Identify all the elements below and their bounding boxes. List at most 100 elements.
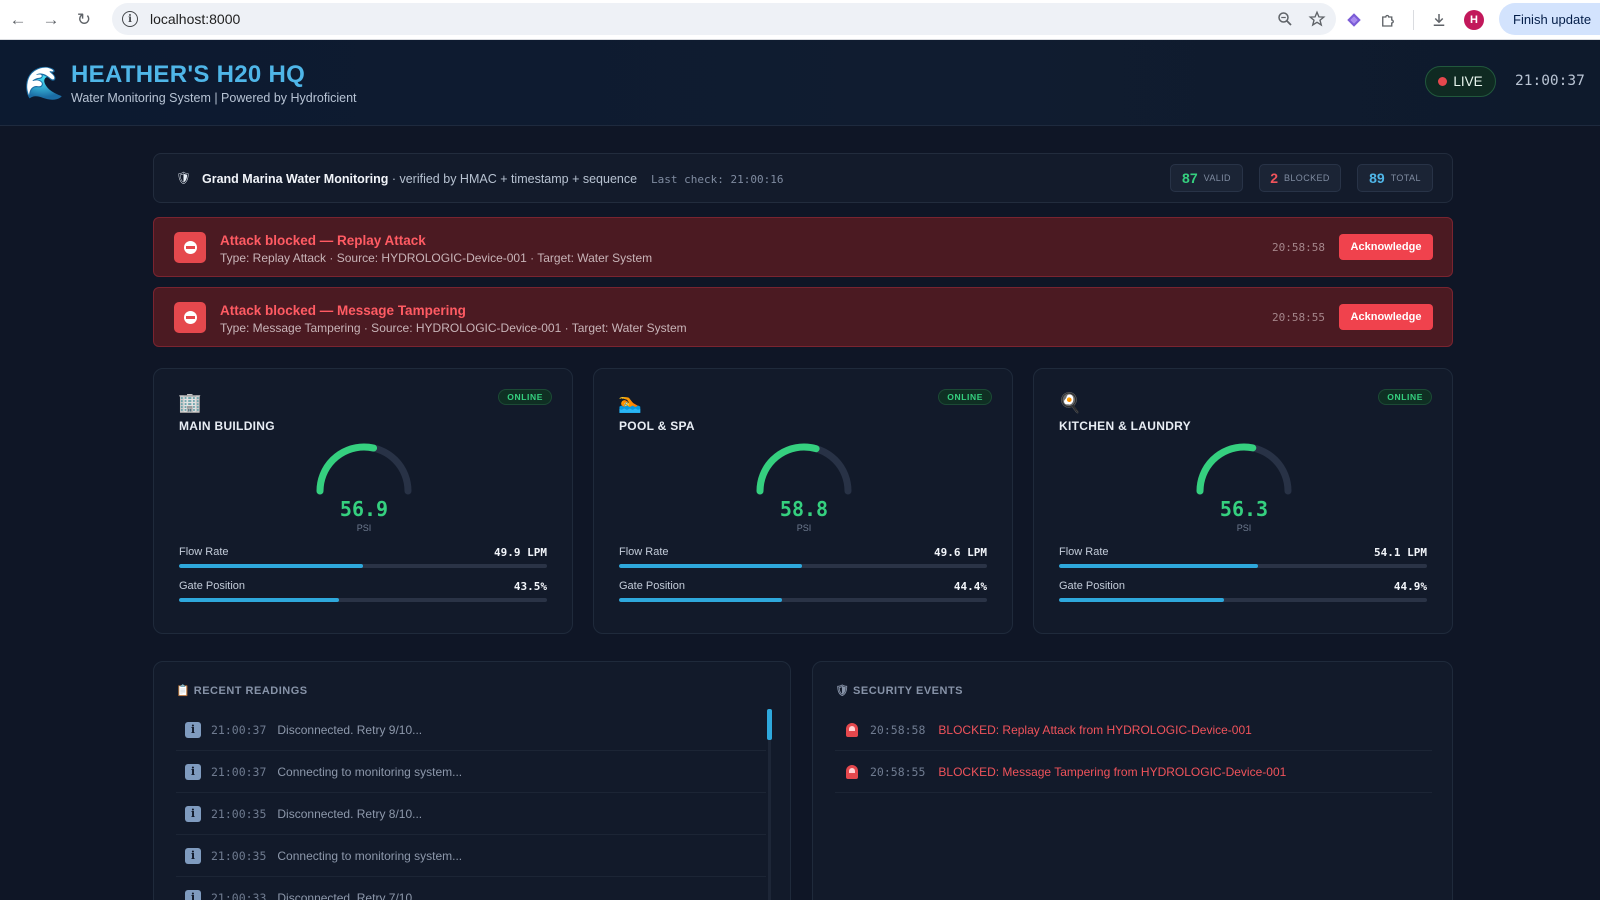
alert-time: 20:58:55 <box>1272 311 1325 324</box>
zoom-icon[interactable] <box>1276 10 1294 28</box>
extensions-puzzle-icon[interactable] <box>1379 11 1397 29</box>
zone-name: POOL & SPA <box>619 419 695 433</box>
back-icon[interactable]: ← <box>3 5 33 35</box>
building-icon: 🏢 <box>178 393 202 414</box>
forward-icon[interactable]: → <box>36 5 66 35</box>
verification-method: · verified by HMAC + timestamp + sequenc… <box>388 172 638 186</box>
reading-time: 21:00:35 <box>211 848 267 863</box>
status-badge: ONLINE <box>1378 389 1432 405</box>
valid-count-badge: 87 VALID <box>1170 164 1243 192</box>
valid-count: 87 <box>1182 170 1198 186</box>
profile-avatar[interactable]: H <box>1464 10 1484 30</box>
flow-rate-bar-fill <box>1059 564 1259 568</box>
reading-time: 21:00:37 <box>211 764 267 779</box>
flow-rate-label: Flow Rate <box>619 546 669 558</box>
clipboard-icon: 📋 <box>176 685 191 697</box>
pressure-value: 56.9 <box>339 497 389 521</box>
gate-position-value: 44.9% <box>1393 580 1427 593</box>
info-icon: i <box>185 847 201 864</box>
download-icon[interactable] <box>1430 11 1448 29</box>
alert-detail: Type: Replay Attack · Source: HYDROLOGIC… <box>220 251 653 265</box>
pressure-unit: PSI <box>796 523 812 533</box>
address-url[interactable]: localhost:8000 <box>150 11 240 27</box>
bookmark-star-icon[interactable] <box>1308 10 1326 28</box>
flow-rate-value: 54.1 LPM <box>1374 546 1427 559</box>
alert-detail: Type: Message Tampering · Source: HYDROL… <box>220 321 687 335</box>
alert-title: Attack blocked — Message Tampering <box>220 303 466 318</box>
gate-position-bar-fill <box>1059 598 1225 602</box>
gauge-fill <box>756 443 852 495</box>
header-clock: 21:00:37 <box>1515 73 1585 89</box>
blocked-count: 2 <box>1270 170 1278 186</box>
reading-time: 21:00:35 <box>211 806 267 821</box>
gate-position-value: 44.4% <box>953 580 987 593</box>
valid-label: VALID <box>1203 173 1231 183</box>
event-message: BLOCKED: Message Tampering from HYDROLOG… <box>938 764 1287 779</box>
gate-position-label: Gate Position <box>619 580 686 592</box>
gauge-track <box>1196 443 1292 495</box>
gate-position-bar <box>1059 598 1427 602</box>
readings-scrollbar-thumb[interactable] <box>767 709 772 740</box>
site-info-icon[interactable]: i <box>122 11 138 27</box>
zone-card-kitchen-laundry: 🍳 KITCHEN & LAUNDRY ONLINE 56.3 PSI Flow… <box>1033 368 1453 634</box>
reading-message: Connecting to monitoring system... <box>277 764 463 779</box>
reading-message: Disconnected. Retry 7/10... <box>277 890 423 900</box>
finish-update-button[interactable]: Finish update <box>1499 3 1600 35</box>
last-check: Last check: 21:00:16 <box>651 173 784 186</box>
acknowledge-button[interactable]: Acknowledge <box>1339 304 1433 330</box>
siren-icon <box>846 722 858 737</box>
pressure-value: 56.3 <box>1219 497 1269 521</box>
no-entry-icon <box>174 302 206 333</box>
shield-icon: 🛡 <box>835 685 850 697</box>
reload-icon[interactable]: ↻ <box>69 5 99 35</box>
pool-icon: 🏊 <box>618 393 642 414</box>
pressure-unit: PSI <box>1236 523 1252 533</box>
toolbar-divider <box>1413 10 1414 30</box>
blocked-label: BLOCKED <box>1283 173 1330 183</box>
security-events-panel: 🛡 SECURITY EVENTS 20:58:58 BLOCKED: Repl… <box>812 661 1453 900</box>
alert-time: 20:58:58 <box>1272 241 1325 254</box>
pressure-gauge <box>1196 443 1292 495</box>
app-title: HEATHER'S H20 HQ <box>71 61 306 88</box>
alert-message-tampering: Attack blocked — Message Tampering Type:… <box>153 287 1453 347</box>
gauge-track <box>316 443 412 495</box>
list-item: i 21:00:37 Connecting to monitoring syst… <box>176 751 766 793</box>
gate-position-bar-fill <box>179 598 340 602</box>
siren-icon <box>846 764 858 779</box>
event-message: BLOCKED: Replay Attack from HYDROLOGIC-D… <box>938 722 1252 737</box>
total-count-badge: 89 TOTAL <box>1357 164 1433 192</box>
frying-pan-icon: 🍳 <box>1058 393 1082 414</box>
list-item: i 21:00:37 Disconnected. Retry 9/10... <box>176 709 766 751</box>
info-icon: i <box>185 763 201 780</box>
gate-position-bar <box>619 598 987 602</box>
flow-rate-bar-fill <box>179 564 363 568</box>
readings-title-text: RECENT READINGS <box>193 685 308 697</box>
recent-readings-title: 📋 RECENT READINGS <box>176 684 308 697</box>
app-header: 🌊 HEATHER'S H20 HQ Water Monitoring Syst… <box>0 40 1600 126</box>
flow-rate-value: 49.6 LPM <box>934 546 987 559</box>
event-time: 20:58:58 <box>870 722 926 737</box>
reading-time: 21:00:33 <box>211 890 267 900</box>
list-item: 20:58:55 BLOCKED: Message Tampering from… <box>835 751 1432 793</box>
reading-time: 21:00:37 <box>211 722 267 737</box>
gate-position-label: Gate Position <box>1059 580 1126 592</box>
site-name: Grand Marina Water Monitoring <box>202 172 389 186</box>
flow-rate-bar <box>619 564 987 568</box>
live-label: LIVE <box>1453 74 1483 89</box>
list-item: 20:58:58 BLOCKED: Replay Attack from HYD… <box>835 709 1432 751</box>
list-item: i 21:00:35 Connecting to monitoring syst… <box>176 835 766 877</box>
flow-rate-bar-fill <box>619 564 802 568</box>
zone-name: KITCHEN & LAUNDRY <box>1059 419 1191 433</box>
gate-position-bar-fill <box>619 598 783 602</box>
total-count: 89 <box>1369 170 1385 186</box>
zone-name: MAIN BUILDING <box>179 419 275 433</box>
extension-diamond-icon[interactable] <box>1345 11 1363 29</box>
info-icon: i <box>185 721 201 738</box>
reading-message: Disconnected. Retry 9/10... <box>277 722 423 737</box>
gate-position-label: Gate Position <box>179 580 246 592</box>
acknowledge-button[interactable]: Acknowledge <box>1339 234 1433 260</box>
pressure-gauge <box>316 443 412 495</box>
security-events-title: 🛡 SECURITY EVENTS <box>835 684 963 697</box>
reading-message: Connecting to monitoring system... <box>277 848 463 863</box>
address-bar[interactable]: i localhost:8000 <box>112 3 1336 35</box>
